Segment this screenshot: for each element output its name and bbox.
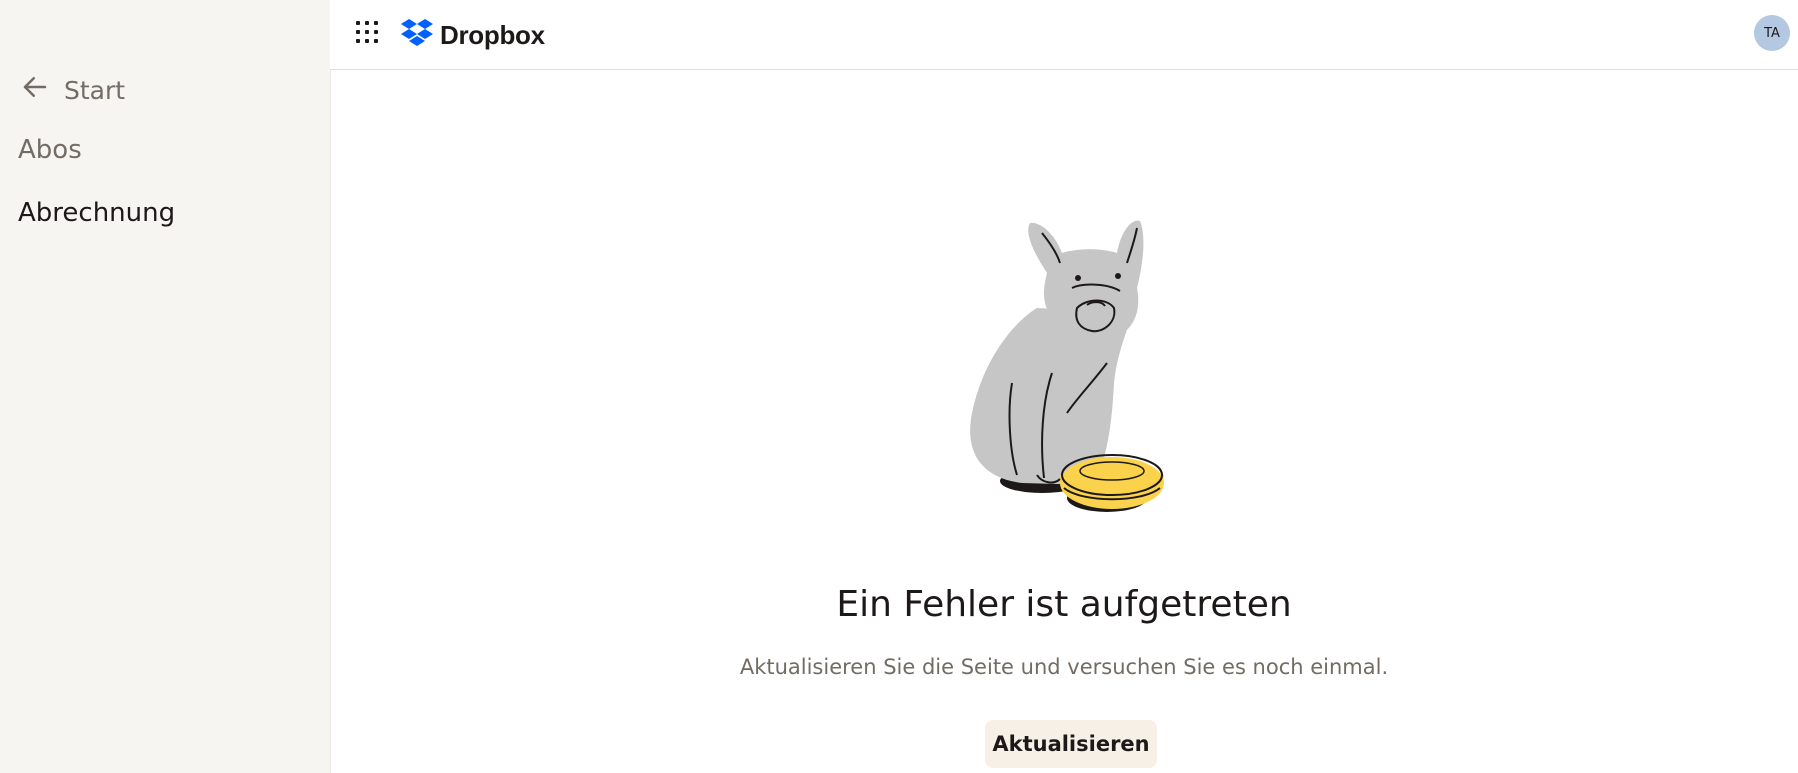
dog-with-bowl-illustration [942, 213, 1202, 533]
app-grid-icon[interactable] [356, 21, 378, 43]
avatar-initials: TA [1764, 25, 1780, 41]
main-content: Ein Fehler ist aufgetreten Aktualisieren… [330, 70, 1798, 773]
error-description: Aktualisieren Sie die Seite und versuche… [739, 655, 1389, 679]
error-title: Ein Fehler ist aufgetreten [836, 584, 1292, 625]
back-to-start-link[interactable]: Start [20, 72, 125, 108]
arrow-left-icon [20, 72, 50, 108]
back-label: Start [64, 75, 126, 105]
refresh-button[interactable]: Aktualisieren [985, 720, 1157, 768]
sidebar: Start Abos Abrechnung [0, 0, 331, 773]
sidebar-item-abrechnung[interactable]: Abrechnung [18, 198, 175, 228]
brand-name: Dropbox [440, 19, 545, 50]
sidebar-item-abos[interactable]: Abos [18, 135, 82, 165]
dropbox-icon [400, 18, 434, 52]
avatar[interactable]: TA [1754, 15, 1790, 51]
top-bar: Dropbox TA [330, 0, 1798, 70]
dropbox-logo[interactable]: Dropbox [400, 18, 545, 52]
